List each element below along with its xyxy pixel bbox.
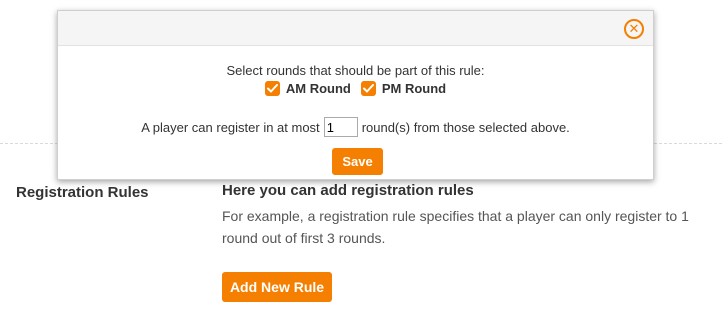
modal-body: Select rounds that should be part of thi…: [58, 46, 653, 181]
checkbox-checked-icon[interactable]: [264, 81, 280, 96]
round-option-am[interactable]: AM Round: [264, 81, 351, 96]
round-rule-modal: ✕ Select rounds that should be part of t…: [57, 10, 654, 180]
limit-prefix-text: A player can register in at most: [141, 119, 320, 135]
round-label: AM Round: [285, 81, 351, 96]
section-description: For example, a registration rule specifi…: [222, 208, 689, 246]
section-heading: Here you can add registration rules: [222, 182, 474, 199]
section-title: Registration Rules: [16, 184, 149, 201]
add-new-rule-button[interactable]: Add New Rule: [222, 272, 332, 302]
modal-header: ✕: [58, 11, 653, 46]
close-icon[interactable]: ✕: [624, 19, 644, 39]
round-option-pm[interactable]: PM Round: [360, 81, 447, 96]
round-selection-prompt: Select rounds that should be part of thi…: [226, 63, 485, 78]
round-limit-row: A player can register in at most round(s…: [58, 117, 653, 137]
checkbox-checked-icon[interactable]: [360, 81, 376, 96]
save-button[interactable]: Save: [332, 148, 383, 175]
limit-suffix-text: round(s) from those selected above.: [361, 119, 570, 135]
page: Registration Rules Here you can add regi…: [0, 0, 722, 324]
round-options: AM Round PM Round: [58, 81, 653, 96]
round-limit-input[interactable]: [323, 117, 358, 137]
round-label: PM Round: [381, 81, 447, 96]
